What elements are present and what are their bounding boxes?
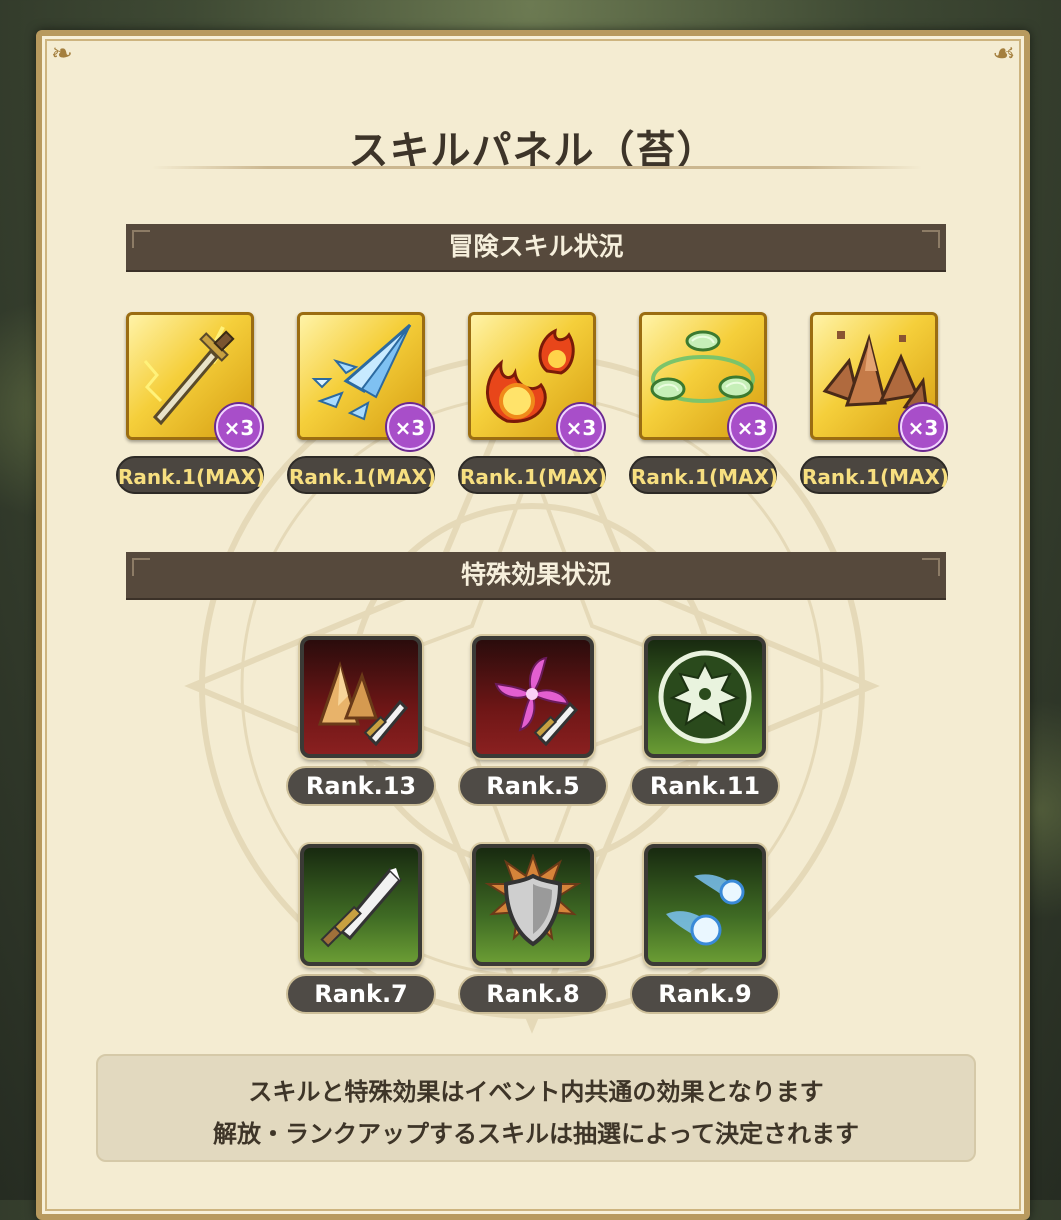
skill-rank-label: Rank.1(MAX) (800, 456, 949, 494)
adventure-skills-header-label: 冒険スキル状況 (448, 232, 624, 261)
skill-rank-label: Rank.1(MAX) (116, 456, 265, 494)
adventure-skills-header: 冒険スキル状況 (126, 224, 946, 270)
special-effects-header: 特殊効果状況 (126, 552, 946, 598)
header-ornament-icon (132, 230, 150, 248)
skill-panel-window: ❧ ☙ スキルパネル（苔） 冒険スキル状況 ×3 Rank.1(MAX) ×3 … (36, 30, 1030, 1220)
adventure-skill-item[interactable]: ×3 Rank.1(MAX) (458, 312, 607, 502)
header-ornament-icon (132, 558, 150, 576)
adventure-skill-item[interactable]: ×3 Rank.1(MAX) (116, 312, 265, 502)
adventure-skill-item[interactable]: ×3 Rank.1(MAX) (287, 312, 436, 502)
special-effect-item[interactable]: Rank.5 (458, 636, 608, 811)
effect-tile (644, 844, 766, 966)
effect-rank-label: Rank.9 (630, 974, 780, 1014)
special-effect-item[interactable]: Rank.8 (458, 844, 608, 1019)
notice-line: 解放・ランクアップするスキルは抽選によって決定されます (212, 1120, 860, 1148)
effect-tile (472, 636, 594, 758)
sword-icon (320, 867, 403, 948)
shield-icon (484, 854, 582, 947)
effect-tile (300, 636, 422, 758)
notice-line: スキルと特殊効果はイベント内共通の効果となります (248, 1078, 824, 1106)
count-badge: ×3 (729, 404, 775, 450)
effect-rank-label: Rank.13 (286, 766, 436, 806)
special-effect-item[interactable]: Rank.7 (286, 844, 436, 1019)
count-badge: ×3 (558, 404, 604, 450)
effect-rank-label: Rank.7 (286, 974, 436, 1014)
effect-tile (644, 636, 766, 758)
skill-rank-label: Rank.1(MAX) (629, 456, 778, 494)
notice-box: スキルと特殊効果はイベント内共通の効果となります 解放・ランクアップするスキルは… (96, 1054, 976, 1162)
special-effect-item[interactable]: Rank.9 (630, 844, 780, 1019)
adventure-skill-item[interactable]: ×3 Rank.1(MAX) (800, 312, 949, 502)
special-effects-header-label: 特殊効果状況 (460, 560, 611, 589)
special-effect-item[interactable]: Rank.11 (630, 636, 780, 811)
effect-tile (300, 844, 422, 966)
header-ornament-icon (922, 230, 940, 248)
header-ornament-icon (922, 558, 940, 576)
adventure-skill-item[interactable]: ×3 Rank.1(MAX) (629, 312, 778, 502)
title-divider (152, 166, 922, 169)
effect-tile (472, 844, 594, 966)
effect-rank-label: Rank.11 (630, 766, 780, 806)
skill-rank-label: Rank.1(MAX) (458, 456, 607, 494)
count-badge: ×3 (216, 404, 262, 450)
skill-rank-label: Rank.1(MAX) (287, 456, 436, 494)
effect-rank-label: Rank.5 (458, 766, 608, 806)
wind-sword-icon (494, 656, 579, 747)
ice-comet-icon (666, 874, 745, 946)
count-badge: ×3 (387, 404, 433, 450)
effect-rank-label: Rank.8 (458, 974, 608, 1014)
count-badge: ×3 (900, 404, 946, 450)
ornament-icon: ☙ (992, 39, 1016, 69)
earth-sword-icon (317, 661, 409, 747)
dragon-emblem-icon (658, 650, 752, 744)
special-effect-item[interactable]: Rank.13 (286, 636, 436, 811)
ornament-icon: ❧ (51, 39, 73, 69)
